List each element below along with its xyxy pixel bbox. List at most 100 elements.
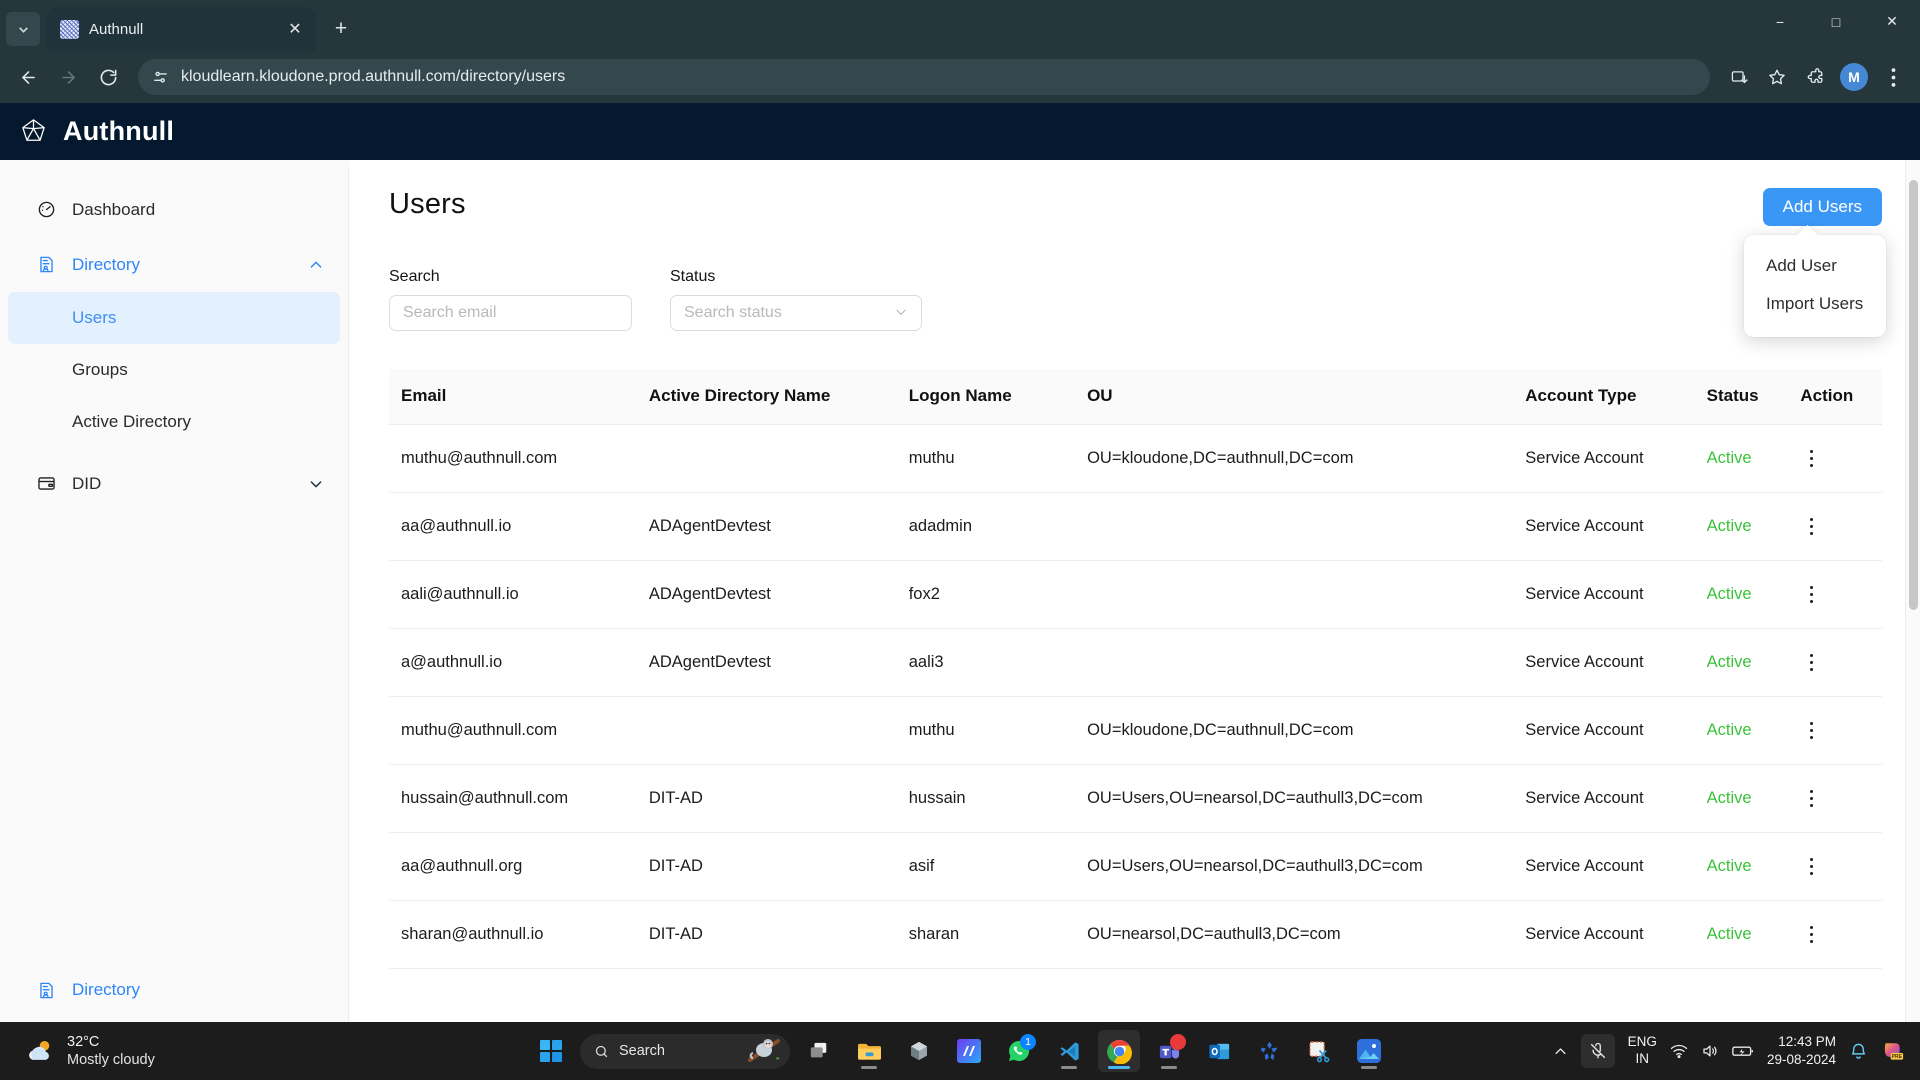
row-menu-kebab-icon[interactable] bbox=[1800, 721, 1822, 740]
menu-item-add-user[interactable]: Add User bbox=[1744, 247, 1886, 285]
cell-logon-name: muthu bbox=[908, 696, 1088, 765]
status-badge: Active bbox=[1706, 628, 1801, 697]
cell-ou: OU=kloudone,DC=authnull,DC=com bbox=[1087, 424, 1526, 493]
row-menu-kebab-icon[interactable] bbox=[1800, 857, 1822, 876]
menu-item-import-users[interactable]: Import Users bbox=[1744, 285, 1886, 323]
weather-widget[interactable]: 32°C Mostly cloudy bbox=[0, 1033, 420, 1069]
wifi-icon[interactable] bbox=[1670, 1042, 1688, 1060]
search-input[interactable] bbox=[389, 295, 632, 331]
browser-toolbar: kloudlearn.kloudone.prod.authnull.com/di… bbox=[0, 51, 1920, 103]
add-users-dropdown-menu: Add User Import Users bbox=[1744, 235, 1886, 337]
content-scrollbar[interactable] bbox=[1905, 160, 1920, 1022]
taskbar-app-mediatek[interactable] bbox=[948, 1030, 990, 1072]
sidebar-item-did[interactable]: DID bbox=[0, 456, 348, 511]
chevron-up-icon[interactable] bbox=[1553, 1044, 1568, 1059]
cell-account-type: Service Account bbox=[1525, 560, 1707, 629]
sidebar-item-directory[interactable]: Directory bbox=[0, 237, 348, 292]
language-indicator[interactable]: ENG IN bbox=[1628, 1034, 1657, 1068]
new-tab-button[interactable]: + bbox=[324, 12, 358, 46]
status-badge: Active bbox=[1706, 764, 1801, 833]
table-row[interactable]: a@authnull.io ADAgentDevtest aali3 Service … bbox=[389, 628, 1882, 697]
taskbar-app-kubernetes[interactable] bbox=[1248, 1030, 1290, 1072]
taskbar-app-google-chrome[interactable] bbox=[1098, 1030, 1140, 1072]
install-app-icon[interactable] bbox=[1722, 60, 1756, 94]
forward-icon[interactable] bbox=[50, 59, 86, 95]
clock-widget[interactable]: 12:43 PM 29-08-2024 bbox=[1767, 1033, 1836, 1068]
sidebar-item-groups[interactable]: Groups bbox=[8, 344, 340, 396]
row-menu-kebab-icon[interactable] bbox=[1800, 585, 1822, 604]
sidebar-item-label: DID bbox=[72, 473, 102, 493]
taskbar-running-indicator bbox=[861, 1066, 877, 1069]
taskbar-app-file-explorer[interactable] bbox=[848, 1030, 890, 1072]
profile-avatar[interactable]: M bbox=[1840, 63, 1868, 91]
battery-icon[interactable] bbox=[1732, 1042, 1754, 1060]
maximize-button[interactable]: □ bbox=[1808, 0, 1864, 43]
app-body: Dashboard Directory Users Groups Active … bbox=[0, 160, 1920, 1022]
monkey-mascot-icon bbox=[744, 1035, 784, 1068]
close-tab-icon[interactable]: ✕ bbox=[284, 18, 306, 40]
sidebar: Dashboard Directory Users Groups Active … bbox=[0, 160, 349, 1022]
row-menu-kebab-icon[interactable] bbox=[1800, 653, 1822, 672]
table-row[interactable]: muthu@authnull.com muthu OU=kloudone,DC=au… bbox=[389, 424, 1882, 493]
row-menu-kebab-icon[interactable] bbox=[1800, 789, 1822, 808]
svg-text:PRE: PRE bbox=[1892, 1054, 1903, 1060]
table-header-row: Email Active Directory Name Logon Name O… bbox=[389, 369, 1882, 425]
start-button[interactable] bbox=[530, 1030, 572, 1072]
taskbar-search-placeholder: Search bbox=[619, 1043, 665, 1059]
table-row[interactable]: muthu@authnull.com muthu OU=kloudone,DC=au… bbox=[389, 696, 1882, 765]
taskbar-app-vs-code[interactable] bbox=[1048, 1030, 1090, 1072]
microphone-muted-icon[interactable] bbox=[1580, 1034, 1615, 1068]
taskbar-app-microsoft-teams[interactable] bbox=[1148, 1030, 1190, 1072]
bell-icon[interactable] bbox=[1849, 1042, 1868, 1061]
table-row[interactable]: hussain@authnull.com DIT-AD hussain OU=User… bbox=[389, 764, 1882, 833]
minimize-button[interactable]: − bbox=[1752, 0, 1808, 43]
table-row[interactable]: aa@authnull.org DIT-AD asif OU=Users,OU=nea… bbox=[389, 832, 1882, 901]
sidebar-item-dashboard[interactable]: Dashboard bbox=[0, 182, 348, 237]
sidebar-item-active-directory[interactable]: Active Directory bbox=[8, 396, 340, 448]
cell-ou bbox=[1087, 560, 1526, 629]
sidebar-item-label: Directory bbox=[72, 254, 141, 274]
search-filter-group: Search bbox=[389, 268, 632, 331]
tab-search-button[interactable] bbox=[6, 12, 40, 46]
site-settings-icon[interactable] bbox=[152, 69, 169, 86]
sidebar-footer-directory-link[interactable]: Directory bbox=[0, 980, 348, 1000]
chevron-up-icon[interactable] bbox=[308, 257, 324, 273]
sidebar-item-users[interactable]: Users bbox=[8, 292, 340, 344]
cell-email: hussain@authnull.com bbox=[389, 764, 649, 833]
browser-tab[interactable]: Authnull ✕ bbox=[46, 7, 316, 51]
taskbar-app-photos[interactable] bbox=[1348, 1030, 1390, 1072]
close-window-button[interactable]: ✕ bbox=[1864, 0, 1920, 43]
taskbar-app-task-view[interactable] bbox=[798, 1030, 840, 1072]
status-select[interactable]: Search status bbox=[670, 295, 922, 331]
cell-ad-name: ADAgentDevtest bbox=[648, 628, 909, 697]
table-row[interactable]: aa@authnull.io ADAgentDevtest adadmin Servi… bbox=[389, 492, 1882, 561]
status-badge: Active bbox=[1706, 900, 1801, 969]
table-row[interactable]: sharan@authnull.io DIT-AD sharan OU=nearsol… bbox=[389, 900, 1882, 969]
taskbar-search[interactable]: Search bbox=[580, 1033, 790, 1069]
app-brand-name: Authnull bbox=[63, 116, 175, 146]
chevron-down-icon[interactable] bbox=[308, 476, 324, 492]
cell-email: aa@authnull.org bbox=[389, 832, 649, 901]
row-menu-kebab-icon[interactable] bbox=[1800, 517, 1822, 536]
back-icon[interactable] bbox=[10, 59, 46, 95]
address-bar[interactable]: kloudlearn.kloudone.prod.authnull.com/di… bbox=[138, 59, 1710, 95]
extensions-icon[interactable] bbox=[1798, 60, 1832, 94]
reload-icon[interactable] bbox=[90, 59, 126, 95]
sidebar-subitem-label: Groups bbox=[72, 360, 128, 379]
scrollbar-thumb[interactable] bbox=[1909, 180, 1918, 610]
taskbar-app-whatsapp[interactable]: 1 bbox=[998, 1030, 1040, 1072]
taskbar-app-snipping-tool[interactable] bbox=[1298, 1030, 1340, 1072]
add-users-button[interactable]: Add Users bbox=[1762, 188, 1882, 226]
bookmark-star-icon[interactable] bbox=[1760, 60, 1794, 94]
chrome-menu-icon[interactable] bbox=[1876, 60, 1910, 94]
authnull-logo-icon bbox=[18, 116, 49, 147]
speaker-icon[interactable] bbox=[1701, 1042, 1719, 1060]
row-menu-kebab-icon[interactable] bbox=[1800, 449, 1822, 468]
taskbar-app-blender[interactable] bbox=[898, 1030, 940, 1072]
table-row[interactable]: aali@authnull.io ADAgentDevtest fox2 Servic… bbox=[389, 560, 1882, 629]
row-menu-kebab-icon[interactable] bbox=[1800, 925, 1822, 944]
cell-account-type: Service Account bbox=[1525, 764, 1707, 833]
copilot-icon[interactable]: PRE bbox=[1881, 1039, 1906, 1063]
taskbar-app-outlook[interactable] bbox=[1198, 1030, 1240, 1072]
taskbar-running-indicator bbox=[1161, 1066, 1177, 1069]
